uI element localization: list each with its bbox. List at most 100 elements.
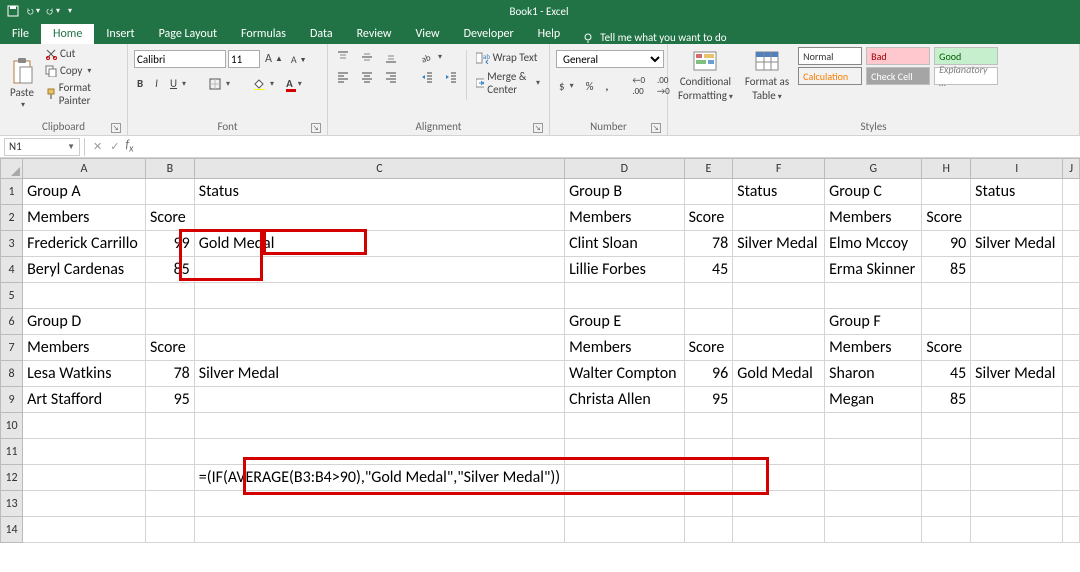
cell-C9[interactable] bbox=[194, 387, 564, 413]
cell-J7[interactable] bbox=[1063, 335, 1080, 361]
cell-B8[interactable]: 78 bbox=[145, 361, 194, 387]
comma-format-button[interactable]: , bbox=[602, 79, 611, 94]
tab-formulas[interactable]: Formulas bbox=[229, 24, 298, 44]
cell-H10[interactable] bbox=[922, 413, 971, 439]
decrease-indent-button[interactable] bbox=[418, 70, 436, 84]
cell-F6[interactable] bbox=[733, 309, 825, 335]
cell-I11[interactable] bbox=[971, 439, 1063, 465]
cell-I6[interactable] bbox=[971, 309, 1063, 335]
undo-icon[interactable]: ▾ bbox=[26, 4, 40, 18]
cell-I10[interactable] bbox=[971, 413, 1063, 439]
cell-C8[interactable]: Silver Medal bbox=[194, 361, 564, 387]
style-check-cell[interactable]: Check Cell bbox=[866, 67, 930, 85]
cell-D6[interactable]: Group E bbox=[565, 309, 685, 335]
cell-E3[interactable]: 78 bbox=[684, 231, 733, 257]
cell-F2[interactable] bbox=[733, 205, 825, 231]
cell-H12[interactable] bbox=[922, 465, 971, 491]
cell-B14[interactable] bbox=[145, 517, 194, 543]
cell-D10[interactable] bbox=[565, 413, 685, 439]
cell-A6[interactable]: Group D bbox=[23, 309, 146, 335]
style-calculation[interactable]: Calculation bbox=[798, 67, 862, 85]
dialog-launcher-icon[interactable]: ↘ bbox=[533, 123, 543, 133]
cell-H1[interactable] bbox=[922, 179, 971, 205]
cell-J3[interactable] bbox=[1063, 231, 1080, 257]
cell-I8[interactable]: Silver Medal bbox=[971, 361, 1063, 387]
column-header-F[interactable]: F bbox=[733, 159, 825, 179]
cell-B11[interactable] bbox=[145, 439, 194, 465]
cell-G12[interactable] bbox=[825, 465, 922, 491]
cell-G13[interactable] bbox=[825, 491, 922, 517]
cell-E2[interactable]: Score bbox=[684, 205, 733, 231]
column-header-C[interactable]: C bbox=[194, 159, 564, 179]
cell-A9[interactable]: Art Stafford bbox=[23, 387, 146, 413]
style-explanatory[interactable]: Explanatory … bbox=[934, 67, 998, 85]
cell-E1[interactable] bbox=[684, 179, 733, 205]
cell-E11[interactable] bbox=[684, 439, 733, 465]
font-size-combo[interactable] bbox=[228, 50, 260, 68]
font-name-combo[interactable] bbox=[134, 50, 226, 68]
cell-E9[interactable]: 95 bbox=[684, 387, 733, 413]
conditional-formatting-button[interactable]: ConditionalFormatting▾ bbox=[674, 46, 737, 112]
tab-review[interactable]: Review bbox=[345, 24, 404, 44]
cancel-button[interactable]: ✕ bbox=[93, 140, 102, 153]
cell-C4[interactable] bbox=[194, 257, 564, 283]
tab-data[interactable]: Data bbox=[298, 24, 345, 44]
cell-I13[interactable] bbox=[971, 491, 1063, 517]
row-header-11[interactable]: 11 bbox=[1, 439, 23, 465]
cell-A4[interactable]: Beryl Cardenas bbox=[23, 257, 146, 283]
cell-G5[interactable] bbox=[825, 283, 922, 309]
cell-F10[interactable] bbox=[733, 413, 825, 439]
row-header-1[interactable]: 1 bbox=[1, 179, 23, 205]
cell-C12[interactable]: =(IF(AVERAGE(B3:B4>90),"Gold Medal","Sil… bbox=[194, 465, 564, 491]
row-header-6[interactable]: 6 bbox=[1, 309, 23, 335]
cell-H13[interactable] bbox=[922, 491, 971, 517]
cell-G14[interactable] bbox=[825, 517, 922, 543]
copy-button[interactable]: Copy▾ bbox=[42, 63, 121, 78]
style-bad[interactable]: Bad bbox=[866, 47, 930, 65]
cell-F9[interactable] bbox=[733, 387, 825, 413]
cell-E4[interactable]: 45 bbox=[684, 257, 733, 283]
cell-F3[interactable]: Silver Medal bbox=[733, 231, 825, 257]
orientation-button[interactable]: ab▾ bbox=[418, 50, 445, 64]
row-header-3[interactable]: 3 bbox=[1, 231, 23, 257]
cell-E6[interactable] bbox=[684, 309, 733, 335]
align-top-button[interactable] bbox=[334, 50, 352, 64]
cell-C1[interactable]: Status bbox=[194, 179, 564, 205]
tab-home[interactable]: Home bbox=[41, 24, 94, 44]
cell-D1[interactable]: Group B bbox=[565, 179, 685, 205]
tab-view[interactable]: View bbox=[404, 24, 452, 44]
font-color-button[interactable]: A▾ bbox=[283, 76, 305, 91]
underline-button[interactable]: U▾ bbox=[167, 76, 189, 91]
cell-F14[interactable] bbox=[733, 517, 825, 543]
cell-A10[interactable] bbox=[23, 413, 146, 439]
cell-G2[interactable]: Members bbox=[825, 205, 922, 231]
cell-J10[interactable] bbox=[1063, 413, 1080, 439]
cell-C13[interactable] bbox=[194, 491, 564, 517]
row-header-8[interactable]: 8 bbox=[1, 361, 23, 387]
cell-B12[interactable] bbox=[145, 465, 194, 491]
column-header-B[interactable]: B bbox=[145, 159, 194, 179]
cell-J9[interactable] bbox=[1063, 387, 1080, 413]
cell-C11[interactable] bbox=[194, 439, 564, 465]
align-bottom-button[interactable] bbox=[382, 50, 400, 64]
column-header-I[interactable]: I bbox=[971, 159, 1063, 179]
cell-H5[interactable] bbox=[922, 283, 971, 309]
number-format-combo[interactable]: General bbox=[556, 50, 664, 68]
cell-I12[interactable] bbox=[971, 465, 1063, 491]
cell-F11[interactable] bbox=[733, 439, 825, 465]
column-header-D[interactable]: D bbox=[565, 159, 685, 179]
cell-A8[interactable]: Lesa Watkins bbox=[23, 361, 146, 387]
cell-C6[interactable] bbox=[194, 309, 564, 335]
cell-D8[interactable]: Walter Compton bbox=[565, 361, 685, 387]
cell-E10[interactable] bbox=[684, 413, 733, 439]
cell-J5[interactable] bbox=[1063, 283, 1080, 309]
tell-me[interactable]: Tell me what you want to do bbox=[572, 31, 736, 44]
qat-customize-icon[interactable]: ▾ bbox=[68, 6, 72, 16]
style-normal[interactable]: Normal bbox=[798, 47, 862, 65]
cell-G11[interactable] bbox=[825, 439, 922, 465]
cell-G6[interactable]: Group F bbox=[825, 309, 922, 335]
row-header-9[interactable]: 9 bbox=[1, 387, 23, 413]
cell-I7[interactable] bbox=[971, 335, 1063, 361]
cell-A5[interactable] bbox=[23, 283, 146, 309]
cell-E13[interactable] bbox=[684, 491, 733, 517]
